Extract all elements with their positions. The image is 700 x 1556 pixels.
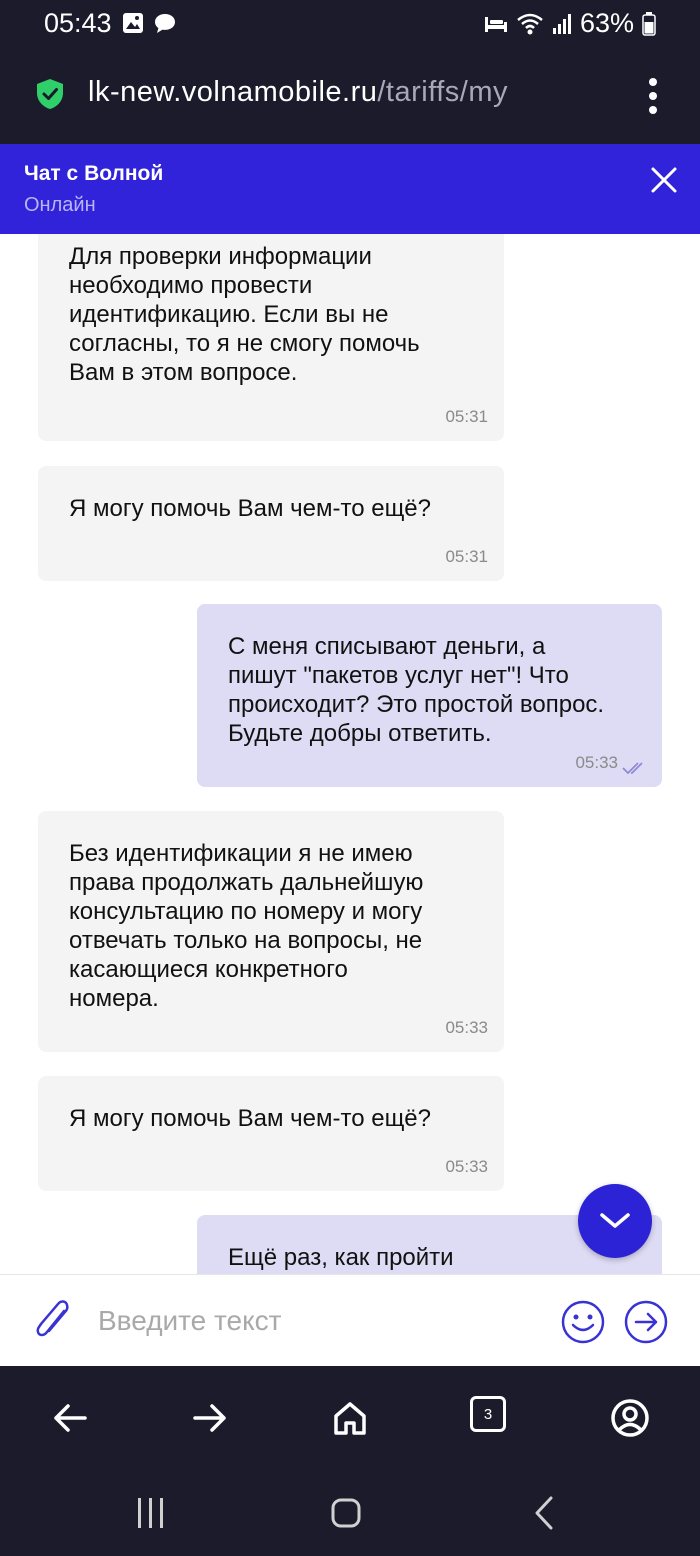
message-text: Я могу помочь Вам чем-то ещё?	[69, 495, 432, 522]
message-incoming: Я могу помочь Вам чем-то ещё? 05:31	[38, 466, 504, 581]
system-home-icon[interactable]	[331, 1496, 361, 1530]
account-button[interactable]	[608, 1396, 652, 1440]
send-icon[interactable]	[624, 1300, 668, 1344]
scroll-down-button[interactable]	[578, 1184, 652, 1258]
message-text: Я могу помочь Вам чем-то ещё?	[69, 1105, 432, 1132]
message-incoming: Для проверки информации необходимо прове…	[38, 234, 504, 441]
message-text: Для проверки информации необходимо прове…	[69, 243, 420, 386]
recent-apps-icon[interactable]	[136, 1496, 166, 1530]
chat-header: Чат с Волной Онлайн	[0, 144, 700, 234]
chat-title: Чат с Волной	[24, 162, 164, 185]
message-input[interactable]	[98, 1303, 518, 1339]
status-time: 05:43	[44, 8, 112, 38]
close-icon[interactable]	[650, 166, 678, 194]
chevron-down-icon	[600, 1213, 630, 1228]
message-text: Ещё раз, как пройти идентификацию?	[228, 1244, 454, 1274]
home-icon	[334, 1402, 366, 1435]
home-button[interactable]	[328, 1396, 372, 1440]
system-back-icon[interactable]	[532, 1496, 556, 1530]
bed-icon	[484, 16, 507, 32]
more-vert-icon[interactable]	[646, 76, 660, 116]
battery-icon	[642, 11, 656, 36]
message-list[interactable]: Для проверки информации необходимо прове…	[0, 234, 700, 1274]
message-time: 05:31	[445, 547, 488, 566]
message-time: 05:33	[575, 753, 618, 772]
arrow-left-icon	[54, 1404, 87, 1432]
message-text: Без идентификации я не имею права продол…	[69, 840, 424, 1012]
tabs-button[interactable]: 3	[470, 1396, 514, 1440]
signal-icon	[552, 13, 571, 34]
message-time: 05:33	[445, 1018, 488, 1037]
chat-bubble-icon	[155, 14, 175, 33]
arrow-right-icon	[193, 1404, 226, 1432]
forward-button[interactable]	[188, 1396, 232, 1440]
url-host: lk-new.volnamobile.ru	[88, 76, 378, 108]
browser-url-bar: lk-new.volnamobile.ru/tariffs/my	[0, 48, 700, 144]
shield-check-icon[interactable]	[36, 78, 64, 110]
url-path: /tariffs/my	[377, 76, 509, 108]
message-outgoing: С меня списывают деньги, а пишут "пакето…	[197, 604, 662, 787]
paperclip-icon[interactable]	[34, 1299, 74, 1345]
message-time: 05:33	[445, 1157, 488, 1176]
status-bar: 05:43 63%	[0, 0, 700, 48]
read-check-icon	[622, 762, 643, 775]
emoji-icon[interactable]	[561, 1300, 605, 1344]
tab-count: 3	[470, 1396, 506, 1432]
message-time: 05:31	[445, 407, 488, 426]
wifi-icon	[517, 13, 543, 34]
message-input-bar	[0, 1274, 700, 1366]
battery-percent: 63%	[579, 8, 634, 38]
message-incoming: Без идентификации я не имею права продол…	[38, 811, 504, 1052]
message-incoming: Я могу помочь Вам чем-то ещё? 05:33	[38, 1076, 504, 1191]
chat-status: Онлайн	[24, 194, 96, 216]
message-text: С меня списывают деньги, а пишут "пакето…	[228, 633, 605, 747]
browser-bottom-nav: 3	[0, 1366, 700, 1470]
back-button[interactable]	[48, 1396, 92, 1440]
image-icon	[123, 13, 143, 33]
url-field[interactable]: lk-new.volnamobile.ru/tariffs/my	[88, 76, 508, 109]
account-icon	[611, 1399, 649, 1437]
system-nav-bar	[0, 1470, 700, 1556]
